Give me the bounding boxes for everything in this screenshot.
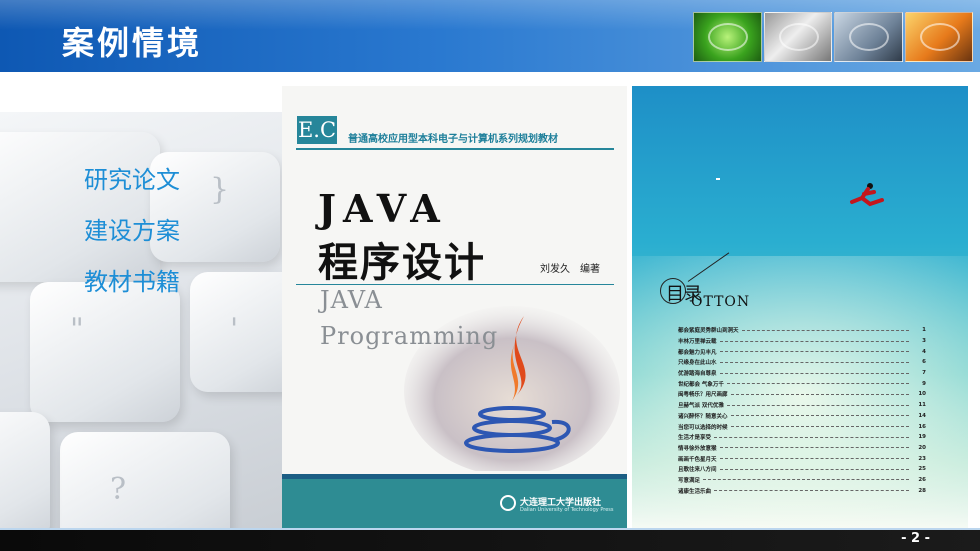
toc-entry: 诸康生活乐曲 28	[678, 485, 926, 496]
toc-entry-page: 28	[918, 487, 926, 494]
toc-leader	[730, 415, 909, 417]
slide-title: 案例情境	[62, 24, 203, 62]
case-menu: 研究论文 建设方案 教材书籍	[84, 164, 180, 317]
menu-item-research-paper[interactable]: 研究论文	[84, 164, 180, 215]
toc-leader	[730, 393, 909, 395]
book-subtitle-line2: Programming	[320, 322, 499, 350]
book-title-en: JAVA	[318, 186, 447, 231]
footer-line	[0, 528, 980, 530]
toc-leader	[719, 372, 909, 374]
toc-heading-suffix: OTTON	[691, 294, 751, 310]
toc-entry-title: 且歌往来八方间	[678, 467, 717, 474]
footer-bar	[0, 528, 980, 551]
toc-leader	[719, 340, 909, 342]
toc-entry-page: 23	[918, 455, 926, 462]
divider	[296, 284, 614, 285]
toc-entry-page: 6	[922, 359, 926, 366]
toc-entry: 都会魅力见丰凡 4	[678, 346, 926, 357]
toc-leader	[719, 458, 909, 460]
toc-entry-page: 11	[918, 402, 926, 409]
toc-entry-page: 19	[918, 434, 926, 441]
book-series: 普通高校应用型本科电子与计算机系列规划教材	[348, 134, 558, 145]
touch-screen-thumbnail	[834, 12, 903, 62]
toc-entry: 且歌往来八方间 25	[678, 464, 926, 475]
toc-entry: 诸兴醉怀？随意关心 14	[678, 411, 926, 422]
toc-entry-title: 写意满足	[678, 477, 701, 484]
toc-entry-page: 7	[922, 370, 926, 377]
toc-entry: 只缘身在此山水 6	[678, 357, 926, 368]
page-number: - 2 -	[901, 531, 930, 546]
toc-entry-title: 只缘身在此山水	[678, 360, 717, 367]
toc-entry-title: 当您可以选择的时候	[678, 424, 728, 431]
toc-leader	[726, 404, 909, 406]
toc-entry-title: 都会魅力见丰凡	[678, 349, 717, 356]
toc-leader	[703, 479, 909, 481]
ec-logo: E.C	[297, 116, 337, 144]
toc-leader	[741, 329, 909, 331]
toc-leader	[719, 361, 909, 363]
toc-entry: 世纪都会 气象万千 9	[678, 378, 926, 389]
toc-entry-title: 画画千色星月天	[678, 456, 717, 463]
green-hand-thumbnail	[693, 12, 762, 62]
toc-entry-title: 都会紫庭灵秀群山到洞天	[678, 328, 739, 335]
keyboard-key: ?	[60, 432, 230, 528]
toc-entry-page: 3	[922, 338, 926, 345]
toc-leader	[714, 490, 909, 492]
toc-entry-title: 情寻徐外放意猴	[678, 445, 717, 452]
publisher-logo-icon	[500, 495, 516, 511]
toc-entry: 当您可以选择的时候 16	[678, 421, 926, 432]
toc-entry-title: 闽粤畅乐？用尺画廊	[678, 392, 728, 399]
book-subtitle-line1: JAVA	[320, 286, 383, 314]
toc-entry-title: 生活才是享受	[678, 435, 712, 442]
toc-entry: 优游踏海自尊泉 7	[678, 368, 926, 379]
divider	[296, 148, 614, 150]
table-of-contents-image: 目录 OTTON 都会紫庭灵秀群山到洞天 1 丰林万里禅云载 3 都会魅力见丰凡 4 只缘身…	[632, 86, 968, 530]
toc-leader	[719, 468, 909, 470]
toc-entry-title: 丰林万里禅云载	[678, 339, 717, 346]
toc-entry-page: 1	[922, 327, 926, 334]
toc-entry: 情寻徐外放意猴 20	[678, 443, 926, 454]
plane-icon	[716, 178, 720, 180]
jumping-person-icon	[850, 183, 884, 207]
menu-item-construction-plan[interactable]: 建设方案	[84, 215, 180, 266]
toc-list: 都会紫庭灵秀群山到洞天 1 丰林万里禅云载 3 都会魅力见丰凡 4 只缘身在此山水 6 优游踏海…	[678, 325, 926, 496]
toc-entry-page: 4	[922, 348, 926, 355]
book-cover-image: E.C 普通高校应用型本科电子与计算机系列规划教材 JAVA 程序设计 刘发久 …	[282, 86, 627, 533]
toc-entry: 生活才是享受 19	[678, 432, 926, 443]
publisher-name-en: Dalian University of Technology Press	[520, 507, 614, 513]
book-author: 刘发久 编著	[540, 264, 600, 275]
menu-item-textbooks[interactable]: 教材书籍	[84, 266, 180, 317]
toc-leader	[714, 436, 909, 438]
toc-entry-page: 14	[918, 412, 926, 419]
toc-entry-page: 20	[918, 444, 926, 451]
toc-leader	[726, 383, 909, 385]
toc-leader	[719, 447, 909, 449]
toc-entry-title: 旦赫气派 双代优雅	[678, 403, 724, 410]
header-thumbnails	[693, 12, 973, 62]
toc-entry: 丰林万里禅云载 3	[678, 336, 926, 347]
toc-entry: 旦赫气派 双代优雅 11	[678, 400, 926, 411]
toc-entry-page: 25	[918, 466, 926, 473]
keyboard-key	[0, 412, 50, 528]
toc-entry: 写意满足 26	[678, 475, 926, 486]
toc-entry: 都会紫庭灵秀群山到洞天 1	[678, 325, 926, 336]
toc-entry: 闽粤畅乐？用尺画廊 10	[678, 389, 926, 400]
laptop-thumbnail	[904, 12, 973, 62]
keyboard-thumbnail	[763, 12, 832, 62]
keyboard-key: '	[190, 272, 282, 392]
toc-entry-title: 优游踏海自尊泉	[678, 371, 717, 378]
toc-entry-title: 诸康生活乐曲	[678, 488, 712, 495]
book-title-cn: 程序设计	[318, 240, 486, 286]
toc-entry-page: 16	[918, 423, 926, 430]
toc-leader	[730, 426, 909, 428]
toc-entry-page: 10	[918, 391, 926, 398]
header-bar: 案例情境	[0, 0, 980, 72]
toc-entry-title: 诸兴醉怀？随意关心	[678, 413, 728, 420]
toc-entry-page: 9	[922, 380, 926, 387]
toc-entry-page: 26	[918, 476, 926, 483]
toc-entry: 画画千色星月天 23	[678, 453, 926, 464]
toc-entry-title: 世纪都会 气象万千	[678, 381, 724, 388]
toc-leader	[719, 351, 909, 353]
